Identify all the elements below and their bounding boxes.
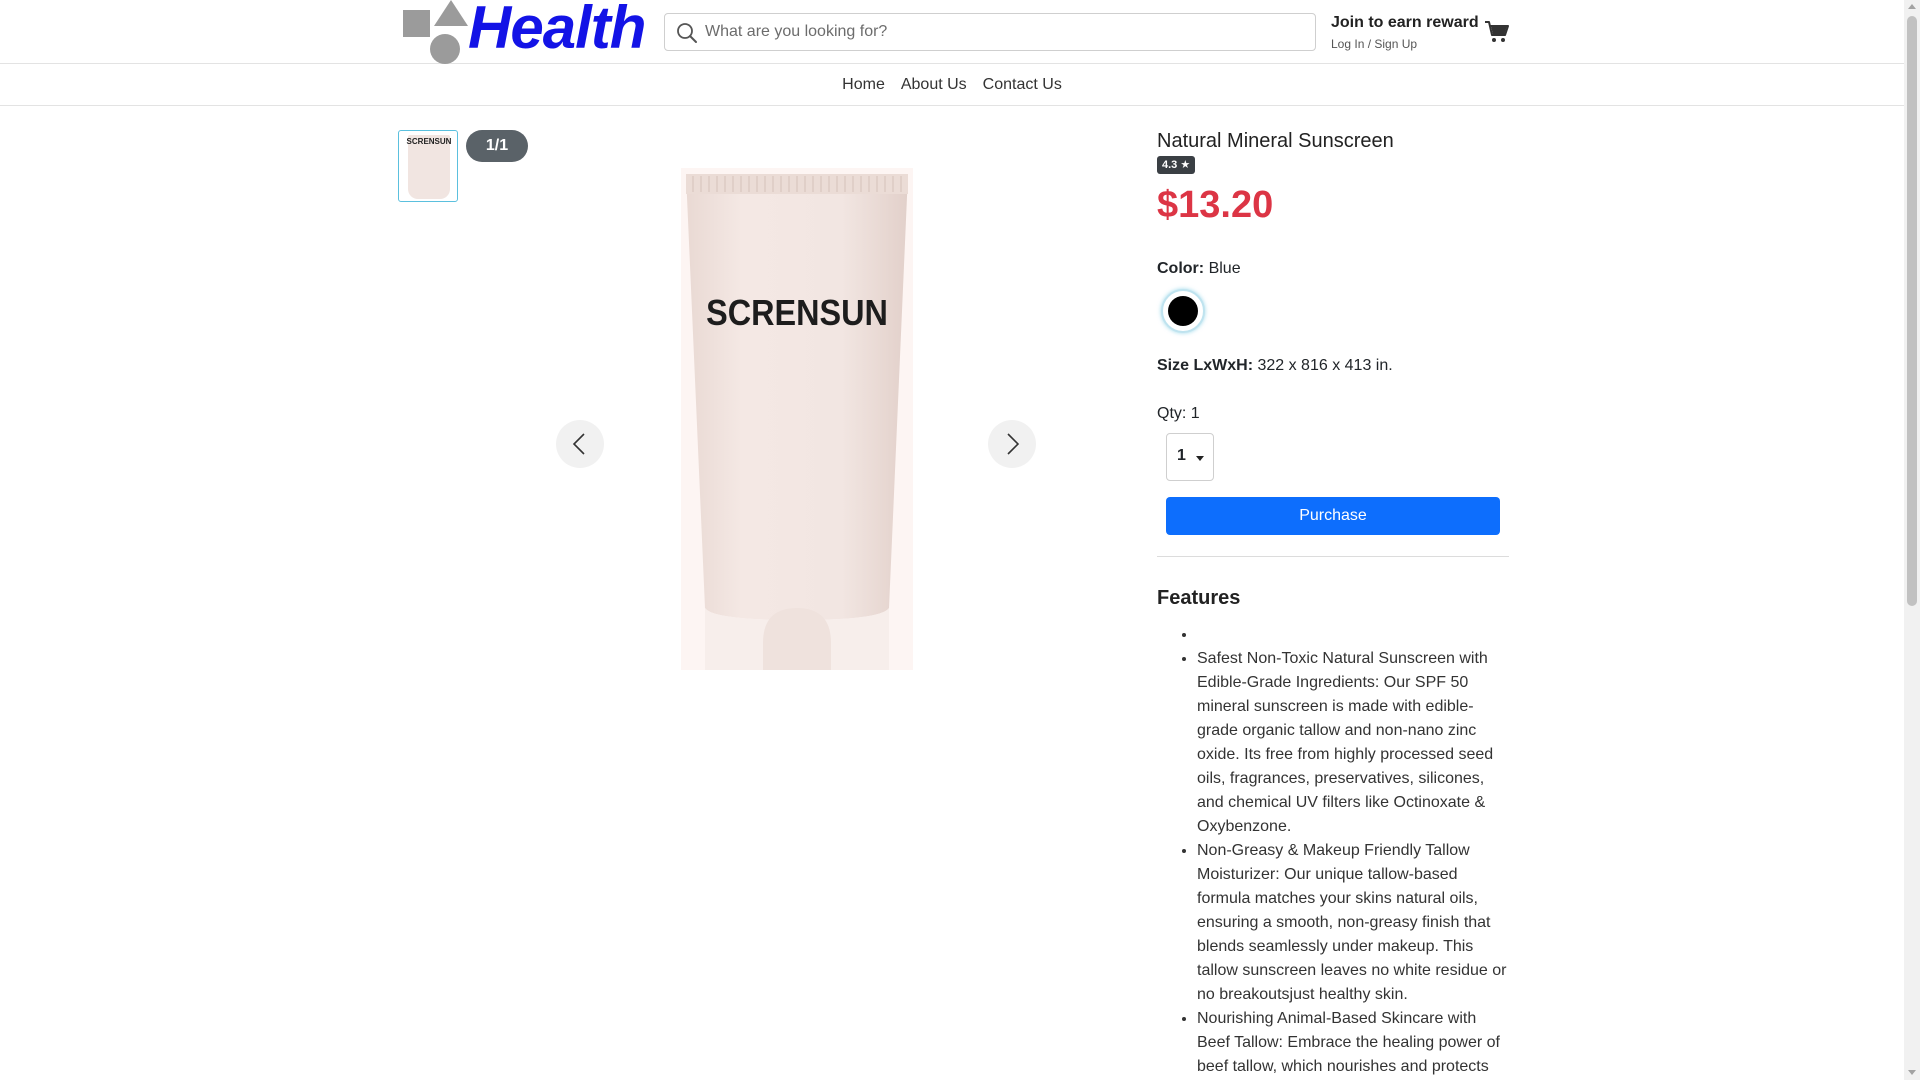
nav-contact-us[interactable]: Contact Us	[975, 74, 1070, 96]
size-label: Size LxWxH:	[1157, 357, 1254, 374]
nav-home[interactable]: Home	[834, 74, 893, 96]
thumbnail-label: SCRENSUN	[406, 137, 452, 146]
page-scrollbar[interactable]	[1904, 0, 1920, 1080]
product-price: $13.20	[1157, 184, 1274, 226]
chevron-left-icon	[572, 433, 585, 455]
rating-badge: 4.3 ★	[1157, 156, 1196, 174]
features-list: Safest Non-Toxic Natural Sunscreen with …	[1157, 623, 1509, 1079]
color-swatch-fill	[1168, 296, 1198, 326]
search-input[interactable]	[705, 18, 1305, 46]
product-title: Natural Mineral Sunscreen	[1157, 130, 1394, 152]
quantity-label: Qty:	[1157, 405, 1187, 422]
sunscreen-tube-image	[681, 168, 913, 670]
product-image-label: SCRENSUN	[706, 292, 888, 333]
account-reward[interactable]: Join to earn reward Log In / Sign Up	[1331, 13, 1481, 53]
main-nav: Home About Us Contact Us	[0, 65, 1904, 106]
scroll-down-arrow-icon[interactable]	[1908, 1070, 1916, 1075]
search-bar[interactable]	[664, 13, 1316, 51]
next-image-button[interactable]	[988, 420, 1036, 468]
brand-name: Health	[468, 0, 646, 61]
purchase-button[interactable]: Purchase	[1166, 497, 1500, 535]
logo-square-shape	[403, 10, 430, 37]
quantity-dropdown[interactable]: 1	[1166, 433, 1214, 481]
color-swatch[interactable]	[1161, 289, 1205, 333]
logo-triangle-shape	[434, 0, 468, 26]
scrollbar-thumb[interactable]	[1907, 16, 1917, 606]
product-info: Natural Mineral Sunscreen 4.3 ★ $13.20 C…	[1157, 128, 1509, 1079]
section-divider	[1157, 556, 1509, 557]
product-main-image: SCRENSUN	[681, 168, 913, 670]
features-title: Features	[1157, 587, 1241, 609]
login-signup-link[interactable]: Log In / Sign Up	[1331, 35, 1481, 53]
caret-down-icon	[1196, 456, 1204, 461]
feature-item	[1197, 623, 1509, 647]
color-value: Blue	[1208, 260, 1241, 277]
logo-circle-shape	[430, 34, 460, 64]
reward-title: Join to earn reward	[1331, 14, 1479, 31]
quantity-selected: 1	[1177, 447, 1186, 464]
size-row: Size LxWxH: 322 x 816 x 413 in.	[1157, 355, 1509, 377]
site-header: Health Join to earn reward Log In / Sign…	[0, 0, 1904, 64]
feature-item: Safest Non-Toxic Natural Sunscreen with …	[1197, 647, 1509, 839]
scroll-up-arrow-icon[interactable]	[1908, 4, 1916, 9]
feature-item: Non-Greasy & Makeup Friendly Tallow Mois…	[1197, 839, 1509, 1007]
nav-links: Home About Us Contact Us	[834, 74, 1070, 96]
nav-about-us[interactable]: About Us	[893, 74, 975, 96]
product-thumbnail[interactable]: SCRENSUN	[398, 130, 458, 202]
size-value: 322 x 816 x 413 in.	[1257, 357, 1393, 374]
quantity-row: Qty: 1	[1157, 403, 1509, 425]
previous-image-button[interactable]	[556, 420, 604, 468]
color-label: Color:	[1157, 260, 1205, 277]
search-icon[interactable]	[675, 21, 699, 45]
quantity-value: 1	[1190, 405, 1200, 422]
chevron-right-icon	[1007, 433, 1020, 455]
cart-icon[interactable]	[1484, 20, 1510, 44]
color-row: Color: Blue	[1157, 258, 1509, 280]
image-counter: 1/1	[466, 130, 528, 162]
feature-item: Nourishing Animal-Based Skincare with Be…	[1197, 1007, 1509, 1079]
brand-logo[interactable]: Health	[400, 0, 650, 64]
